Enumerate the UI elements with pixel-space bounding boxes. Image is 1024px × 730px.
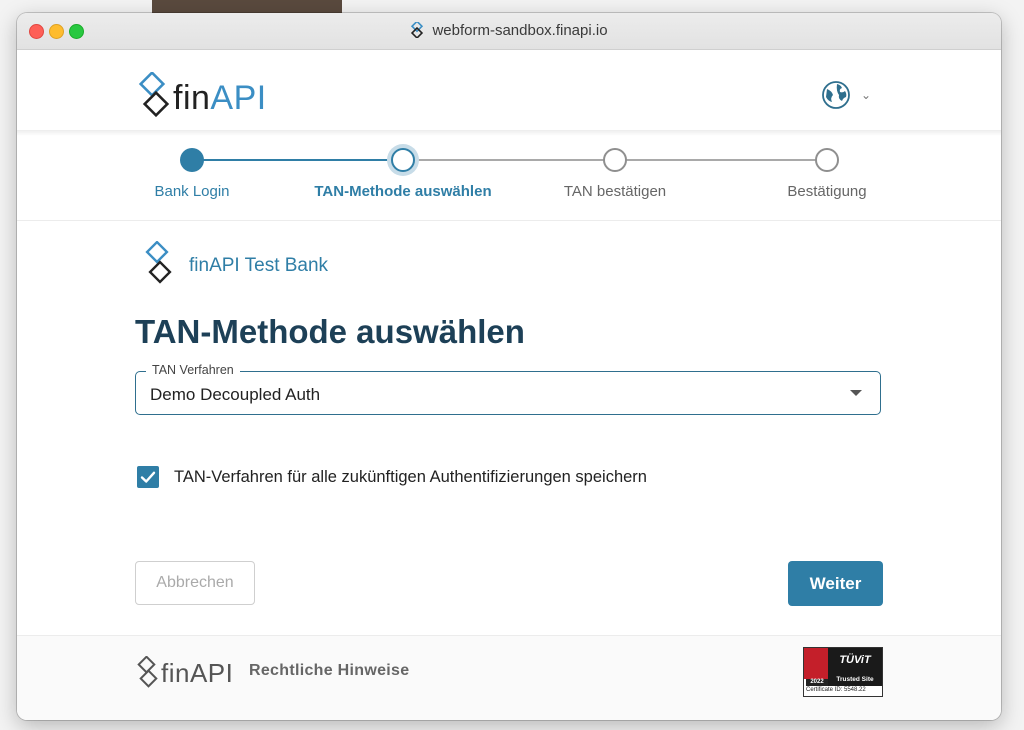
- seal-brand: TÜViT: [839, 654, 871, 666]
- tuvit-trusted-site-seal[interactable]: 2022 TÜViT Trusted Site Certificate ID: …: [803, 647, 883, 697]
- step-4-label: Bestätigung: [787, 183, 867, 200]
- site-favicon-icon: [411, 20, 424, 40]
- save-tan-method-label[interactable]: TAN-Verfahren für alle zukünftigen Authe…: [174, 468, 647, 487]
- next-button[interactable]: Weiter: [788, 561, 883, 606]
- tan-method-value: Demo Decoupled Auth: [150, 385, 321, 404]
- header-shadow: [17, 130, 1001, 136]
- bank-name: finAPI Test Bank: [189, 255, 329, 276]
- seal-red-block: [804, 648, 828, 679]
- address-bar[interactable]: webform-sandbox.finapi.io: [17, 20, 1001, 40]
- footer-logo-icon: [137, 656, 158, 688]
- legal-notice-link[interactable]: Rechtliche Hinweise: [249, 662, 409, 680]
- bank-info: finAPI Test Bank: [141, 241, 328, 291]
- seal-trusted-label: Trusted Site: [836, 676, 874, 683]
- chevron-down-icon: ⌄: [861, 88, 872, 102]
- save-tan-method-checkbox[interactable]: [137, 466, 159, 488]
- tan-method-label: TAN Verfahren: [146, 363, 240, 377]
- footer-logo-text: finAPI: [161, 658, 234, 688]
- step-1-indicator: [180, 148, 204, 172]
- step-3-label: TAN bestätigen: [563, 183, 667, 200]
- progress-stepper: Bank Login TAN-Methode auswählen TAN bes…: [17, 143, 1001, 223]
- stepper-divider: [17, 220, 1001, 221]
- step-3-indicator: [603, 148, 627, 172]
- footer-finapi-logo[interactable]: finAPI: [135, 656, 233, 690]
- step-2-label: TAN-Methode auswählen: [314, 183, 492, 200]
- finapi-logo-icon: [138, 72, 170, 118]
- cancel-button[interactable]: Abbrechen: [135, 561, 255, 605]
- checkmark-icon: [140, 471, 156, 483]
- title-bar: webform-sandbox.finapi.io: [17, 13, 1001, 50]
- globe-icon: [822, 81, 850, 109]
- bank-logo-icon: [145, 241, 172, 284]
- url-text: webform-sandbox.finapi.io: [432, 22, 608, 39]
- finapi-logo-text: finAPI: [173, 79, 267, 117]
- browser-window: webform-sandbox.finapi.io finAPI ⌄ Bank …: [17, 13, 1001, 720]
- step-connector-done: [193, 159, 403, 161]
- language-selector[interactable]: ⌄: [821, 80, 871, 110]
- seal-certificate-id: Certificate ID: 5548.22: [806, 687, 866, 693]
- dropdown-arrow-icon: [850, 390, 862, 396]
- tan-method-select[interactable]: TAN Verfahren Demo Decoupled Auth: [135, 363, 881, 415]
- site-header: finAPI ⌄: [17, 50, 1001, 130]
- step-1-label: Bank Login: [154, 183, 230, 200]
- site-footer: finAPI Rechtliche Hinweise 2022 TÜViT Tr…: [17, 635, 1001, 720]
- page-title: TAN-Methode auswählen: [135, 313, 525, 350]
- seal-year: 2022: [806, 679, 828, 686]
- step-2-indicator: [391, 148, 415, 172]
- finapi-logo[interactable]: finAPI: [135, 72, 267, 124]
- step-4-indicator: [815, 148, 839, 172]
- seal-black-block: TÜViT Trusted Site: [828, 648, 882, 686]
